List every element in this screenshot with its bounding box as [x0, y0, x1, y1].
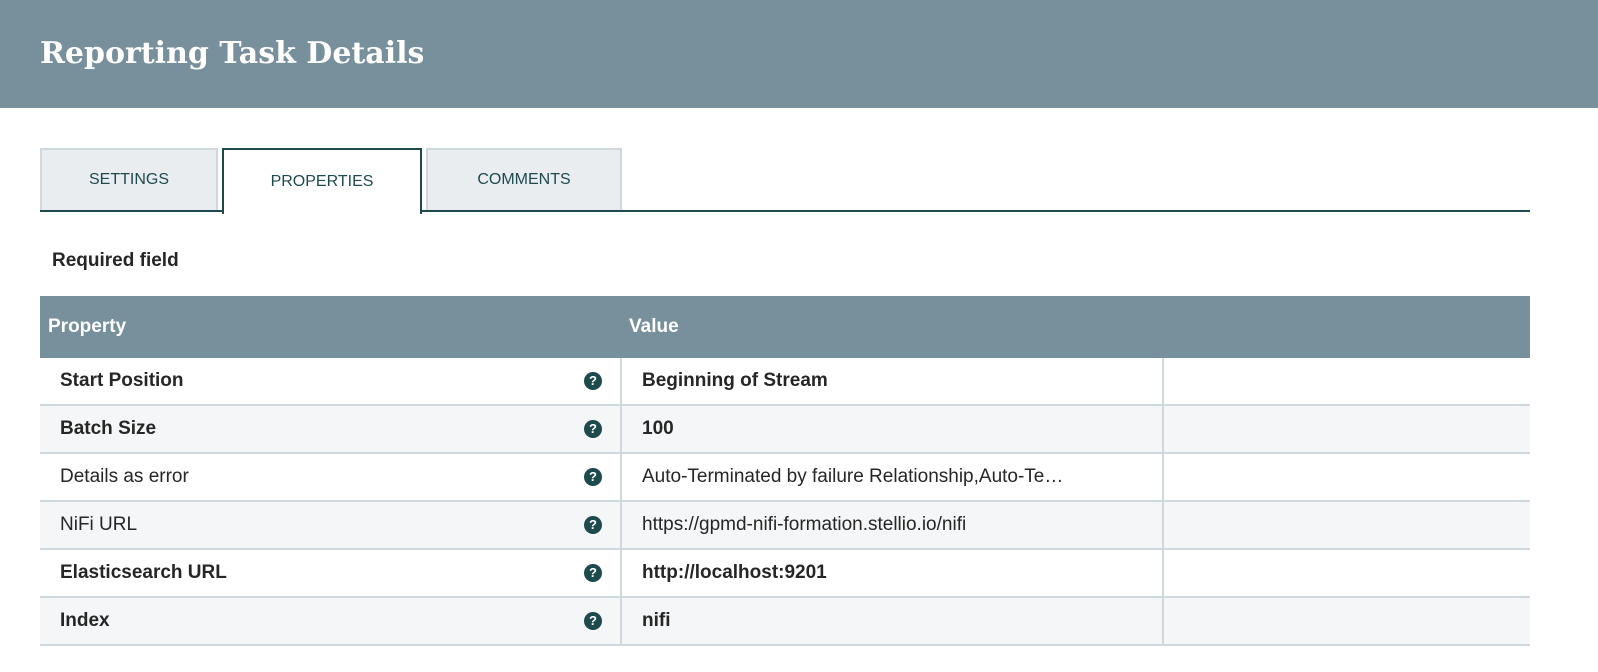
property-value[interactable]: nifi	[620, 597, 1164, 646]
property-name-cell: Elasticsearch URL?	[40, 549, 621, 598]
property-name-cell: Details as error?	[40, 453, 621, 502]
row-actions-cell	[1163, 549, 1530, 598]
tab-comments[interactable]: COMMENTS	[426, 148, 622, 210]
table-row[interactable]: Start Position? Beginning of Stream	[40, 358, 1530, 406]
property-name-cell: Start Position?	[40, 358, 621, 406]
table-row[interactable]: NiFi URL? https://gpmd-nifi-formation.ste…	[40, 501, 1530, 550]
help-icon[interactable]: ?	[584, 564, 602, 582]
help-icon[interactable]: ?	[584, 516, 602, 534]
property-name-cell: Batch Size?	[40, 405, 621, 454]
tab-properties[interactable]: PROPERTIES	[222, 148, 422, 214]
tab-bar: SETTINGS PROPERTIES COMMENTS	[40, 148, 1530, 214]
help-icon[interactable]: ?	[584, 420, 602, 438]
property-name-cell: NiFi URL?	[40, 501, 621, 550]
help-icon[interactable]: ?	[584, 372, 602, 390]
property-value[interactable]: Beginning of Stream	[620, 358, 1164, 406]
row-actions-cell	[1163, 597, 1530, 646]
property-value[interactable]: 100	[620, 405, 1164, 454]
property-name: Elasticsearch URL	[60, 562, 227, 583]
row-actions-cell	[1163, 453, 1530, 502]
required-field-legend: Required field	[52, 250, 179, 271]
table-row[interactable]: Batch Size? 100	[40, 405, 1530, 454]
property-name: Start Position	[60, 370, 184, 391]
row-actions-cell	[1163, 358, 1530, 406]
property-name: NiFi URL	[60, 514, 138, 535]
table-row[interactable]: Elasticsearch URL? http://localhost:9201	[40, 549, 1530, 598]
row-actions-cell	[1163, 501, 1530, 550]
dialog-header: Reporting Task Details	[0, 0, 1598, 108]
column-header-value[interactable]: Value	[621, 296, 1530, 358]
property-value[interactable]: http://localhost:9201	[620, 549, 1164, 598]
table-row[interactable]: Details as error? Auto-Terminated by fail…	[40, 453, 1530, 502]
help-icon[interactable]: ?	[584, 468, 602, 486]
property-name: Details as error	[60, 466, 189, 487]
property-name: Batch Size	[60, 418, 157, 439]
column-header-property[interactable]: Property	[40, 296, 621, 358]
property-name-cell: Index?	[40, 597, 621, 646]
property-name: Index	[60, 610, 110, 631]
dialog-title: Reporting Task Details	[40, 36, 425, 71]
property-value[interactable]: https://gpmd-nifi-formation.stellio.io/n…	[620, 501, 1164, 550]
properties-table: Property Value Start Position? Beginning …	[40, 296, 1530, 646]
row-actions-cell	[1163, 405, 1530, 454]
tab-settings[interactable]: SETTINGS	[40, 148, 218, 210]
property-value[interactable]: Auto-Terminated by failure Relationship,…	[620, 453, 1164, 502]
help-icon[interactable]: ?	[584, 612, 602, 630]
table-row[interactable]: Index? nifi	[40, 597, 1530, 646]
